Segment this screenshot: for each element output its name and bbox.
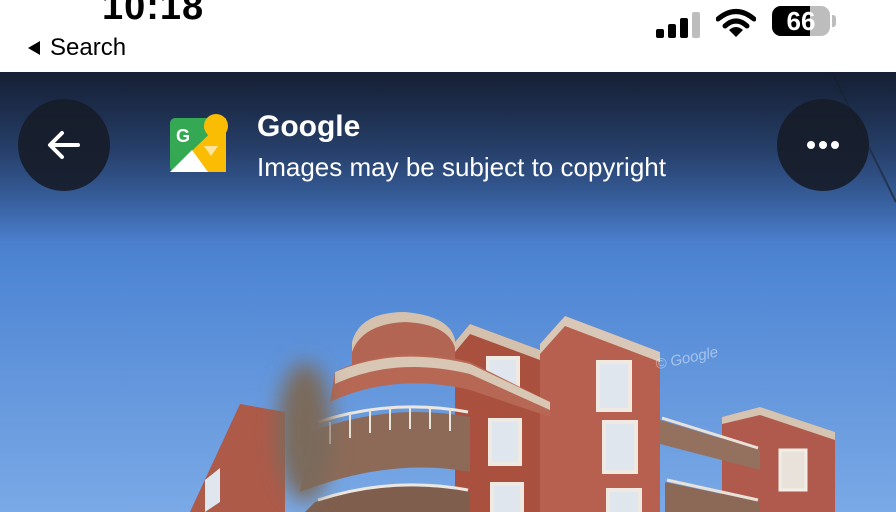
phone-screen: 10:18 Search 66 © Google G Google Images… (0, 0, 896, 512)
back-to-search-link[interactable]: Search (28, 34, 126, 62)
source-title: Google (257, 110, 361, 143)
status-time: 10:18 (102, 0, 205, 28)
battery-percent: 66 (786, 6, 816, 36)
google-street-view-logo: G (170, 114, 228, 172)
back-triangle-icon (28, 41, 40, 55)
arrow-left-icon (48, 131, 80, 159)
more-horizontal-icon (807, 141, 839, 149)
battery-icon: 66 (772, 6, 830, 36)
image-viewer[interactable]: © Google G Google Images may be subject … (0, 72, 896, 512)
svg-text:G: G (176, 126, 190, 146)
signal-icon (656, 12, 700, 38)
battery-cap (832, 15, 836, 27)
more-options-button[interactable] (777, 99, 869, 191)
back-to-search-label: Search (50, 34, 127, 61)
copyright-notice: Images may be subject to copyright (257, 152, 666, 182)
back-button[interactable] (18, 99, 110, 191)
wifi-icon (716, 9, 756, 37)
status-bar: 10:18 Search 66 (0, 0, 896, 72)
